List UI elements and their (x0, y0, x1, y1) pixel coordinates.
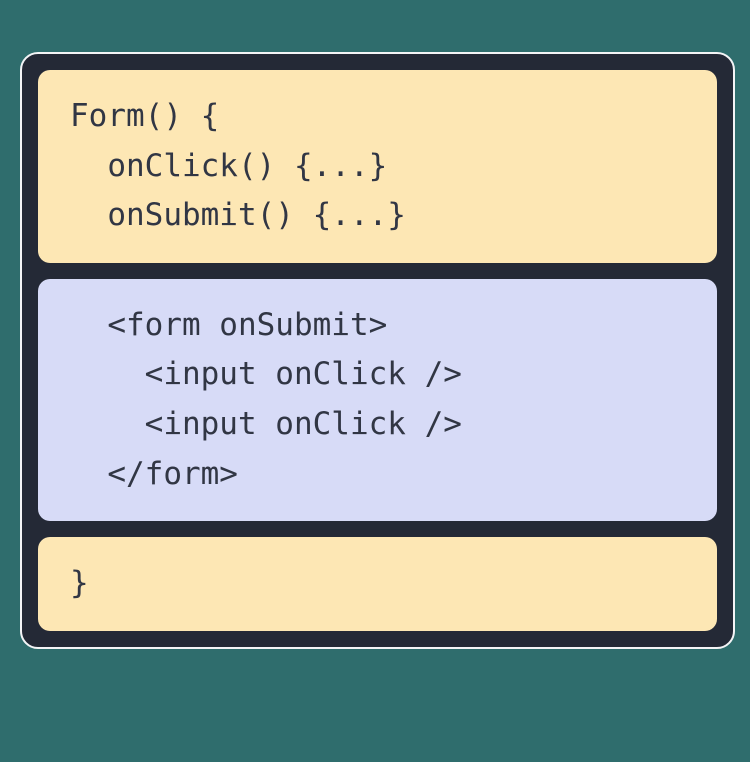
code-line: onSubmit() {...} (70, 191, 685, 241)
code-line: Form() { (70, 92, 685, 142)
code-line: <input onClick /> (70, 350, 685, 400)
code-block-function-footer: } (38, 537, 717, 631)
code-line: <form onSubmit> (70, 301, 685, 351)
code-line: <input onClick /> (70, 400, 685, 450)
code-line: } (70, 559, 685, 609)
code-line: onClick() {...} (70, 142, 685, 192)
code-block-jsx-body: <form onSubmit> <input onClick /> <input… (38, 279, 717, 521)
code-line: </form> (70, 450, 685, 500)
code-diagram-frame: Form() { onClick() {...} onSubmit() {...… (20, 52, 735, 649)
code-block-function-header: Form() { onClick() {...} onSubmit() {...… (38, 70, 717, 263)
